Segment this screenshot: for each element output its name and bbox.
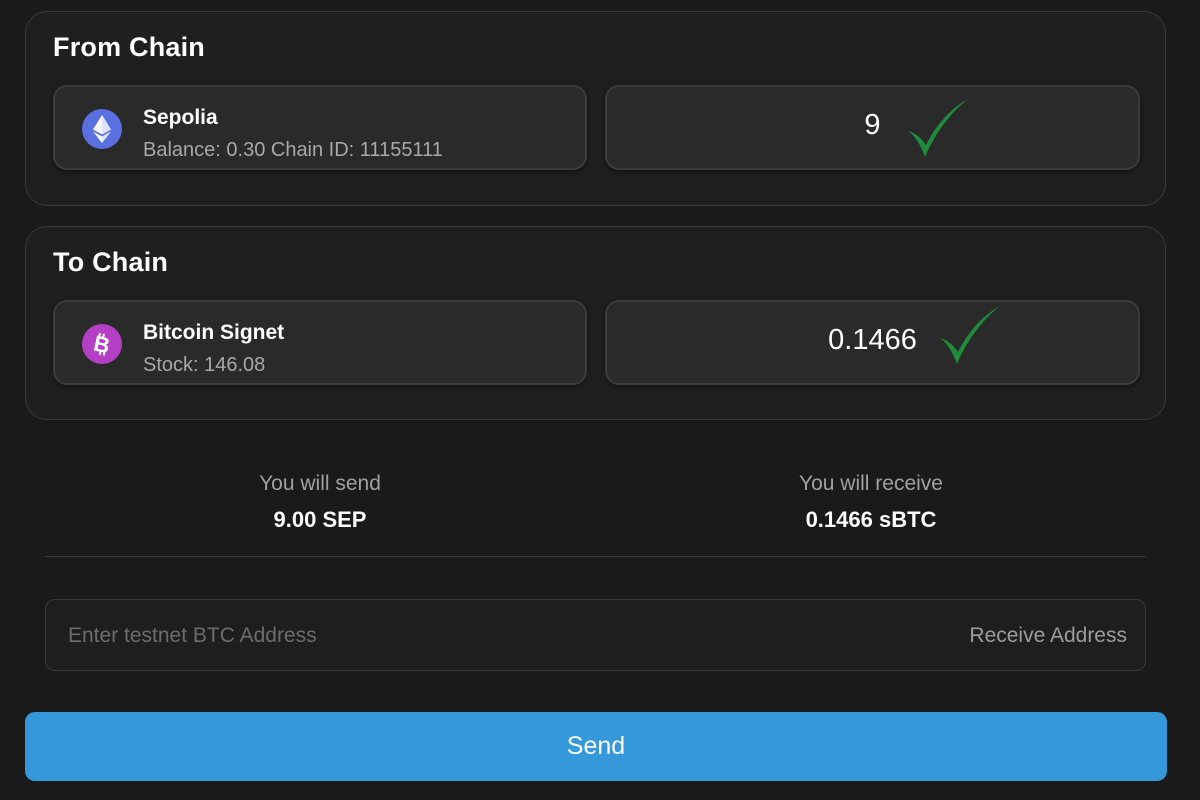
send-summary: You will send 9.00 SEP [170, 470, 470, 534]
divider [45, 556, 1146, 557]
bridge-panel: From Chain Sepolia Balance: 0.30 Chain I… [0, 0, 1200, 800]
check-icon [908, 99, 968, 157]
from-chain-name: Sepolia [143, 106, 218, 129]
bitcoin-icon: B [82, 324, 122, 364]
to-amount-field[interactable]: 0.1466 [605, 300, 1140, 385]
receive-address-label: Receive Address [969, 624, 1127, 647]
btc-address-input[interactable] [66, 618, 870, 654]
receive-summary: You will receive 0.1466 sBTC [721, 470, 1021, 534]
ethereum-icon [82, 109, 122, 149]
receive-summary-value: 0.1466 sBTC [805, 507, 937, 532]
from-amount-field[interactable]: 9 [605, 85, 1140, 170]
check-icon [940, 306, 1000, 364]
to-chain-details: Stock: 146.08 [143, 354, 266, 376]
to-chain-name: Bitcoin Signet [143, 321, 285, 344]
to-amount-value: 0.1466 [828, 324, 917, 356]
receive-address-box: Receive Address [45, 599, 1146, 671]
from-chain-details: Balance: 0.30 Chain ID: 11155111 [143, 139, 443, 161]
send-summary-label: You will send [259, 472, 381, 495]
from-chain-card: From Chain Sepolia Balance: 0.30 Chain I… [25, 11, 1166, 206]
from-chain-selector[interactable]: Sepolia Balance: 0.30 Chain ID: 11155111 [53, 85, 587, 170]
send-summary-value: 9.00 SEP [273, 507, 367, 532]
from-amount-value: 9 [864, 109, 881, 141]
receive-summary-label: You will receive [799, 472, 943, 495]
to-chain-selector[interactable]: B Bitcoin Signet Stock: 146.08 [53, 300, 587, 385]
to-chain-title: To Chain [53, 247, 169, 277]
send-button[interactable]: Send [25, 712, 1167, 781]
svg-text:B: B [92, 331, 113, 357]
from-chain-title: From Chain [53, 32, 206, 62]
